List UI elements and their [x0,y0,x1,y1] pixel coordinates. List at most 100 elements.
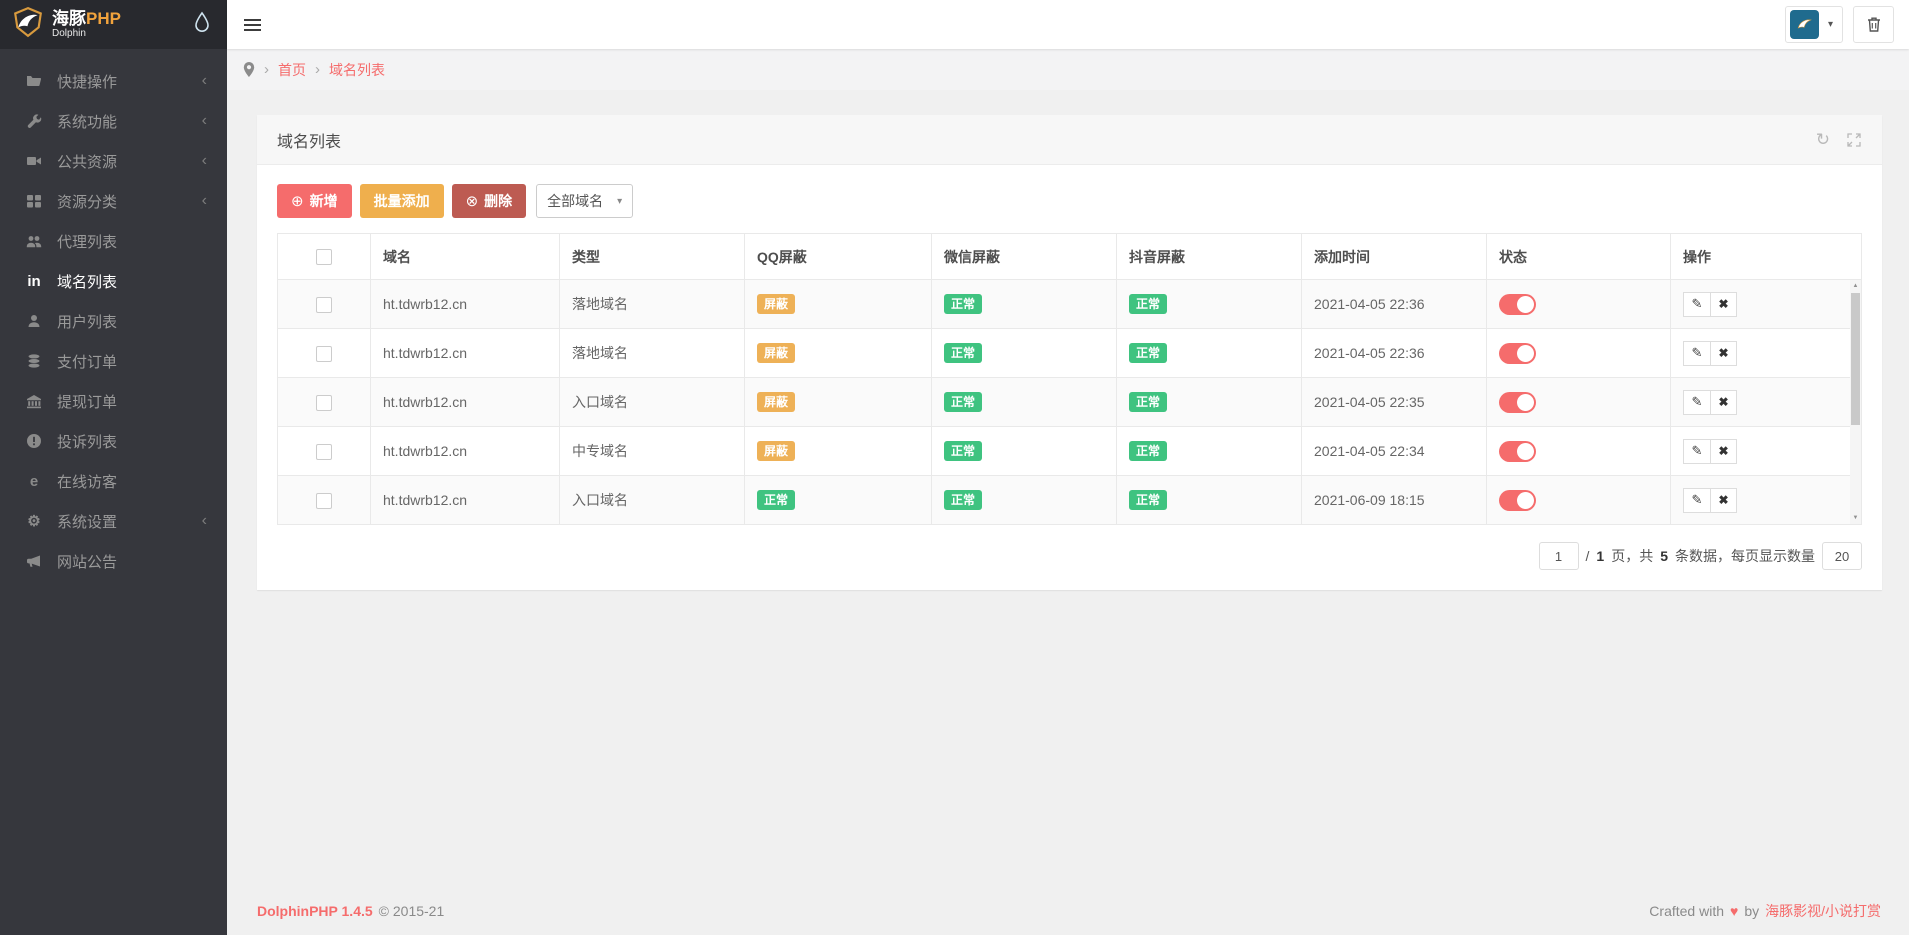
row-checkbox[interactable] [316,493,332,509]
scroll-down-icon[interactable]: ▼ [1850,512,1861,524]
page-number-input[interactable] [1539,542,1579,570]
menu-toggle-button[interactable] [244,10,274,40]
breadcrumb-current-link[interactable]: 域名列表 [329,60,385,80]
sidebar-item-label: 系统功能 [57,111,117,132]
sidebar-item-label: 系统设置 [57,511,117,532]
pencil-icon: ✎ [1692,345,1703,361]
breadcrumb: › 首页 › 域名列表 [227,49,1909,90]
status-toggle[interactable] [1499,441,1536,462]
pagination-pages-label: 页，共 [1611,546,1653,566]
breadcrumb-home-link[interactable]: 首页 [278,60,306,80]
refresh-icon[interactable]: ↻ [1816,131,1830,148]
batch-add-button[interactable]: 批量添加 [360,184,444,218]
status-toggle[interactable] [1499,490,1536,511]
footer: DolphinPHP 1.4.5 © 2015-21 Crafted with … [227,893,1909,935]
status-toggle[interactable] [1499,392,1536,413]
delete-button[interactable]: ⊗ 删除 [452,184,527,218]
scroll-up-icon[interactable]: ▲ [1850,280,1861,292]
edit-button[interactable]: ✎ [1683,488,1710,513]
pencil-icon: ✎ [1692,296,1703,312]
user-menu-button[interactable]: ▾ [1785,6,1843,43]
cell-domain: ht.tdwrb12.cn [371,280,560,329]
sidebar-item-online-visitors[interactable]: e 在线访客 [0,461,227,501]
status-toggle[interactable] [1499,294,1536,315]
footer-crafted-text: Crafted with [1649,903,1724,919]
pagination-records-label: 条数据，每页显示数量 [1675,546,1815,566]
domain-table: 域名 类型 QQ屏蔽 微信屏蔽 抖音屏蔽 添加时间 状态 操作 [277,233,1862,525]
row-delete-button[interactable]: ✖ [1710,292,1737,317]
table-row: ht.tdwrb12.cn 入口域名 屏蔽 正常 正常 2021-04-05 2… [278,378,1862,427]
select-all-checkbox[interactable] [316,249,332,265]
table-scrollbar[interactable]: ▲ ▼ [1850,280,1861,524]
sidebar-item-user-list[interactable]: 用户列表 [0,301,227,341]
gear-icon: ⚙ [24,514,44,529]
qq-status-badge: 正常 [757,490,795,510]
pencil-icon: ✎ [1692,443,1703,459]
brand-name-php: PHP [86,9,121,28]
status-toggle[interactable] [1499,343,1536,364]
footer-brand-link[interactable]: DolphinPHP 1.4.5 [257,903,373,919]
domain-filter-value: 全部域名 [547,191,603,211]
sidebar-menu: 快捷操作 ‹ 系统功能 ‹ 公共资源 ‹ 资源分类 ‹ 代理列表 in 域名列表 [0,61,227,581]
sidebar-item-label: 提现订单 [57,391,117,412]
cell-domain: ht.tdwrb12.cn [371,476,560,525]
row-delete-button[interactable]: ✖ [1710,439,1737,464]
edit-button[interactable]: ✎ [1683,292,1710,317]
sidebar-item-site-announcement[interactable]: 网站公告 [0,541,227,581]
douyin-status-badge: 正常 [1129,294,1167,314]
row-checkbox[interactable] [316,395,332,411]
row-checkbox[interactable] [316,444,332,460]
cell-type: 入口域名 [560,476,745,525]
caret-down-icon: ▾ [617,196,622,207]
linkedin-icon: in [24,274,44,289]
edit-button[interactable]: ✎ [1683,439,1710,464]
add-button[interactable]: ⊕ 新增 [277,184,352,218]
logo-bar: 海豚PHP Dolphin [0,0,227,49]
fullscreen-icon[interactable] [1846,132,1862,148]
edit-button[interactable]: ✎ [1683,390,1710,415]
footer-site-links[interactable]: 海豚影视/小说打赏 [1765,901,1881,921]
clear-cache-button[interactable] [1853,6,1894,43]
col-header-domain: 域名 [371,234,560,280]
sidebar-item-quick-actions[interactable]: 快捷操作 ‹ [0,61,227,101]
panel-body: ⊕ 新增 批量添加 ⊗ 删除 全部域名 ▾ [257,165,1882,590]
pagination: / 1 页，共 5 条数据，每页显示数量 [277,542,1862,570]
wechat-status-badge: 正常 [944,490,982,510]
sidebar-item-label: 在线访客 [57,471,117,492]
row-delete-button[interactable]: ✖ [1710,488,1737,513]
qq-status-badge: 屏蔽 [757,441,795,461]
col-header-douyin-block: 抖音屏蔽 [1117,234,1302,280]
wechat-status-badge: 正常 [944,343,982,363]
sidebar-item-label: 支付订单 [57,351,117,372]
chevron-left-icon: ‹ [202,513,207,529]
cell-domain: ht.tdwrb12.cn [371,329,560,378]
domain-filter-select[interactable]: 全部域名 ▾ [536,184,633,218]
avatar [1790,10,1819,39]
douyin-status-badge: 正常 [1129,343,1167,363]
edit-button[interactable]: ✎ [1683,341,1710,366]
sidebar-item-system-settings[interactable]: ⚙ 系统设置 ‹ [0,501,227,541]
row-delete-button[interactable]: ✖ [1710,390,1737,415]
footer-copyright: © 2015-21 [379,903,445,919]
sidebar-item-label: 域名列表 [57,271,117,292]
row-checkbox[interactable] [316,297,332,313]
sidebar-item-agent-list[interactable]: 代理列表 [0,221,227,261]
edge-browser-icon: e [24,474,44,489]
wechat-status-badge: 正常 [944,441,982,461]
cell-add-time: 2021-04-05 22:36 [1302,280,1487,329]
sidebar-item-payment-orders[interactable]: 支付订单 [0,341,227,381]
col-header-actions: 操作 [1671,234,1862,280]
per-page-input[interactable] [1822,542,1862,570]
row-delete-button[interactable]: ✖ [1710,341,1737,366]
sidebar-item-complaint-list[interactable]: 投诉列表 [0,421,227,461]
sidebar-item-public-resources[interactable]: 公共资源 ‹ [0,141,227,181]
col-header-wechat-block: 微信屏蔽 [932,234,1117,280]
map-marker-icon [243,62,255,77]
sidebar-item-resource-categories[interactable]: 资源分类 ‹ [0,181,227,221]
row-checkbox[interactable] [316,346,332,362]
sidebar-item-domain-list[interactable]: in 域名列表 [0,261,227,301]
sidebar-item-system-functions[interactable]: 系统功能 ‹ [0,101,227,141]
sidebar-item-label: 资源分类 [57,191,117,212]
sidebar-item-withdraw-orders[interactable]: 提现订单 [0,381,227,421]
scrollbar-thumb[interactable] [1851,293,1860,425]
